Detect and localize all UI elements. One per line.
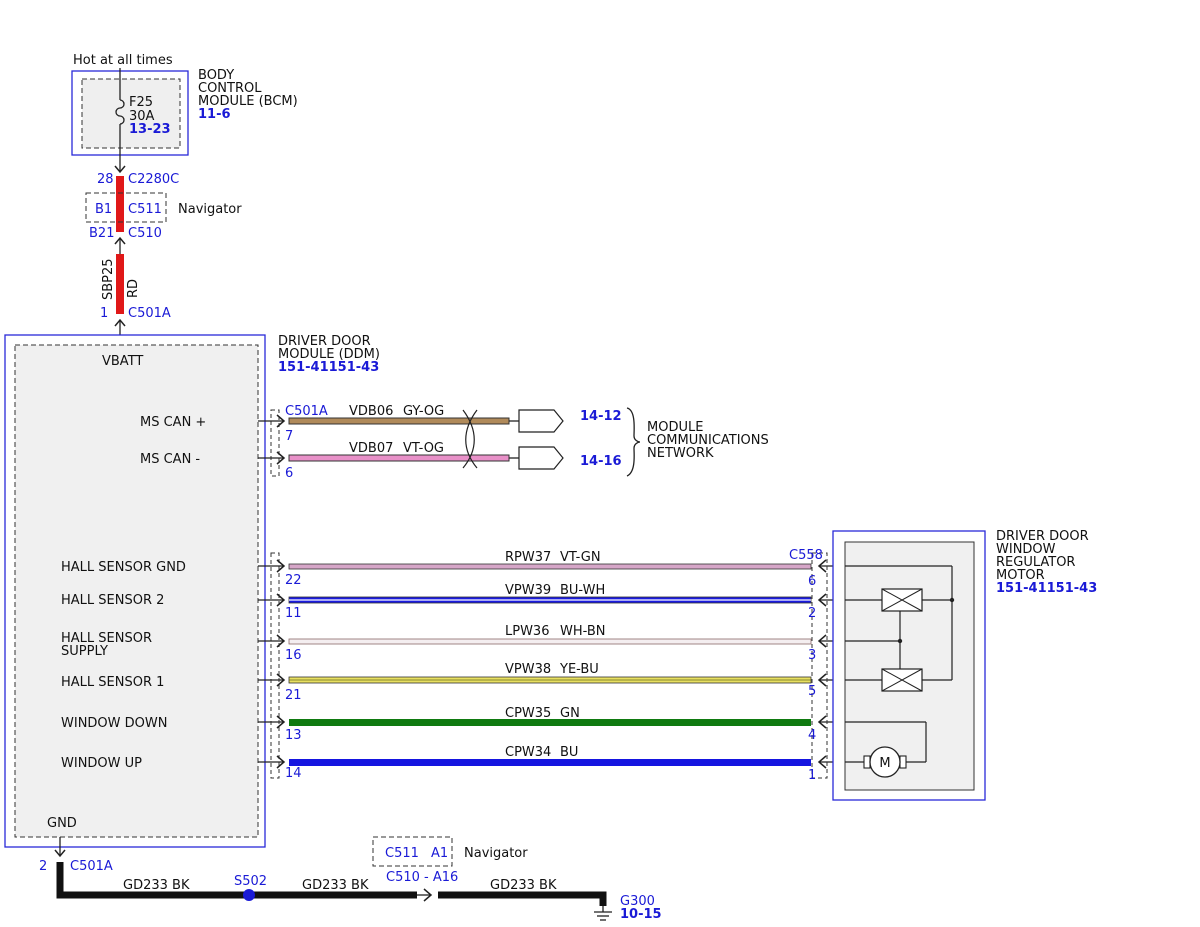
page-connector-icon [518, 409, 564, 433]
splice-s502: S502 [234, 874, 267, 889]
motor-ref-link[interactable]: 151-41151-43 [996, 581, 1097, 596]
ground-c501a-label: C501A [70, 859, 113, 874]
sbp25-circuit: SBP25 [101, 258, 116, 300]
wiring-diagram: Hot at all times F25 30A 13-23 BODY CONT… [4, 53, 1097, 922]
ground-c511-pin: A1 [431, 846, 448, 861]
gnd-label: GND [47, 816, 77, 831]
ms-can-minus-label: MS CAN - [140, 452, 200, 467]
wire-5-color: GN [560, 706, 580, 721]
wire-1-color: VT-GN [560, 550, 601, 565]
hot-label: Hot at all times [73, 53, 173, 68]
wire-bu [289, 759, 811, 766]
window-down-label: WINDOW DOWN [61, 716, 167, 731]
wire-vt-og [288, 454, 510, 462]
can-pin-6: 6 [285, 466, 293, 481]
motor-wires: RPW37 VT-GN 22 6 VPW39 BU-WH 11 2 LPW36 … [258, 548, 845, 783]
vdb07-circuit: VDB07 [349, 441, 393, 456]
power-feed: 28 C2280C B1 C511 Navigator B21 C510 SBP… [85, 165, 242, 345]
network-label-3: NETWORK [647, 446, 714, 461]
wire-bk [438, 891, 607, 906]
ground-seg-3: GD233 BK [490, 878, 557, 893]
c501a-feed-pin: 1 [100, 306, 108, 321]
c511-pin: B1 [95, 202, 112, 217]
ground-circuit: 2 C501A GD233 BK S502 GD233 BK C511 A1 N… [39, 836, 662, 922]
hall-sensor-2-label: HALL SENSOR 2 [61, 593, 164, 608]
wire-3-color: WH-BN [560, 624, 606, 639]
vdb07-color: VT-OG [403, 441, 444, 456]
can-ref-1-link[interactable]: 14-12 [580, 409, 622, 424]
can-pin-7: 7 [285, 429, 293, 444]
ground-seg-2: GD233 BK [302, 878, 369, 893]
c510-label: C510 [128, 226, 162, 241]
wire-6-motor-pin: 1 [808, 768, 816, 783]
motor-symbol: M [879, 756, 890, 771]
can-connector: C501A [285, 404, 328, 419]
hall-sensor-gnd-label: HALL SENSOR GND [61, 560, 186, 575]
wire-5-circuit: CPW35 [505, 706, 551, 721]
window-up-label: WINDOW UP [61, 756, 142, 771]
ms-can-plus-label: MS CAN + [140, 415, 206, 430]
ddm-ref-link[interactable]: 151-41151-43 [278, 360, 379, 375]
page-connector-icon [518, 446, 564, 470]
wire-2-ddm-pin: 11 [285, 606, 302, 621]
wire-6-ddm-pin: 14 [285, 766, 302, 781]
ground-c501a-pin: 2 [39, 859, 47, 874]
wire-wh-bn [288, 638, 812, 645]
ground-c511: C511 [385, 846, 419, 861]
ground-seg-1: GD233 BK [123, 878, 190, 893]
fuse-ref-link[interactable]: 13-23 [129, 122, 171, 137]
wire-4-ddm-pin: 21 [285, 688, 302, 703]
wire-1-motor-pin: 6 [808, 574, 816, 589]
c510-pin: B21 [89, 226, 114, 241]
ground-navigator: Navigator [464, 846, 528, 861]
ground-c510: C510 - A16 [386, 870, 458, 885]
wire-red [116, 176, 124, 232]
brace-icon [626, 407, 641, 477]
c511-label: C511 [128, 202, 162, 217]
c501a-feed-label: C501A [128, 306, 171, 321]
wire-red [116, 254, 124, 314]
can-ref-2-link[interactable]: 14-16 [580, 454, 622, 469]
wire-3-circuit: LPW36 [505, 624, 549, 639]
wire-5-ddm-pin: 13 [285, 728, 302, 743]
can-wires: C501A 7 VDB06 GY-OG 14-12 6 VDB07 VT-OG … [258, 404, 769, 481]
c2280c-label: C2280C [128, 172, 179, 187]
wire-1-circuit: RPW37 [505, 550, 551, 565]
wire-2-motor-pin: 2 [808, 606, 816, 621]
vdb06-circuit: VDB06 [349, 404, 393, 419]
c2280c-pin: 28 [97, 172, 114, 187]
vbatt-label: VBATT [102, 354, 143, 369]
bcm-block: Hot at all times F25 30A 13-23 BODY CONT… [71, 53, 298, 172]
hall-sensor-1-label: HALL SENSOR 1 [61, 675, 164, 690]
c558-connector: C558 [789, 548, 823, 563]
hall-sensor-supply-label-2: SUPPLY [61, 644, 108, 659]
wire-2-circuit: VPW39 [505, 583, 551, 598]
wire-2-color: BU-WH [560, 583, 605, 598]
vdb06-color: GY-OG [403, 404, 444, 419]
wire-3-motor-pin: 3 [808, 648, 816, 663]
wire-3-ddm-pin: 16 [285, 648, 302, 663]
ground-ref-link[interactable]: 10-15 [620, 907, 662, 922]
wire-1-ddm-pin: 22 [285, 573, 302, 588]
fuse-name: F25 [129, 95, 153, 110]
navigator-label: Navigator [178, 202, 242, 217]
wire-4-motor-pin: 5 [808, 684, 816, 699]
wire-5-motor-pin: 4 [808, 728, 816, 743]
wire-4-circuit: VPW38 [505, 662, 551, 677]
wire-6-circuit: CPW34 [505, 745, 551, 760]
splice-dot-icon [243, 889, 255, 901]
motor-block: M DRIVER DOOR WINDOW REGULATOR MOTOR 151… [832, 529, 1097, 801]
bcm-ref-link[interactable]: 11-6 [198, 107, 231, 122]
wire-6-color: BU [560, 745, 578, 760]
wire-4-color: YE-BU [559, 662, 599, 677]
rd-color: RD [126, 279, 141, 298]
